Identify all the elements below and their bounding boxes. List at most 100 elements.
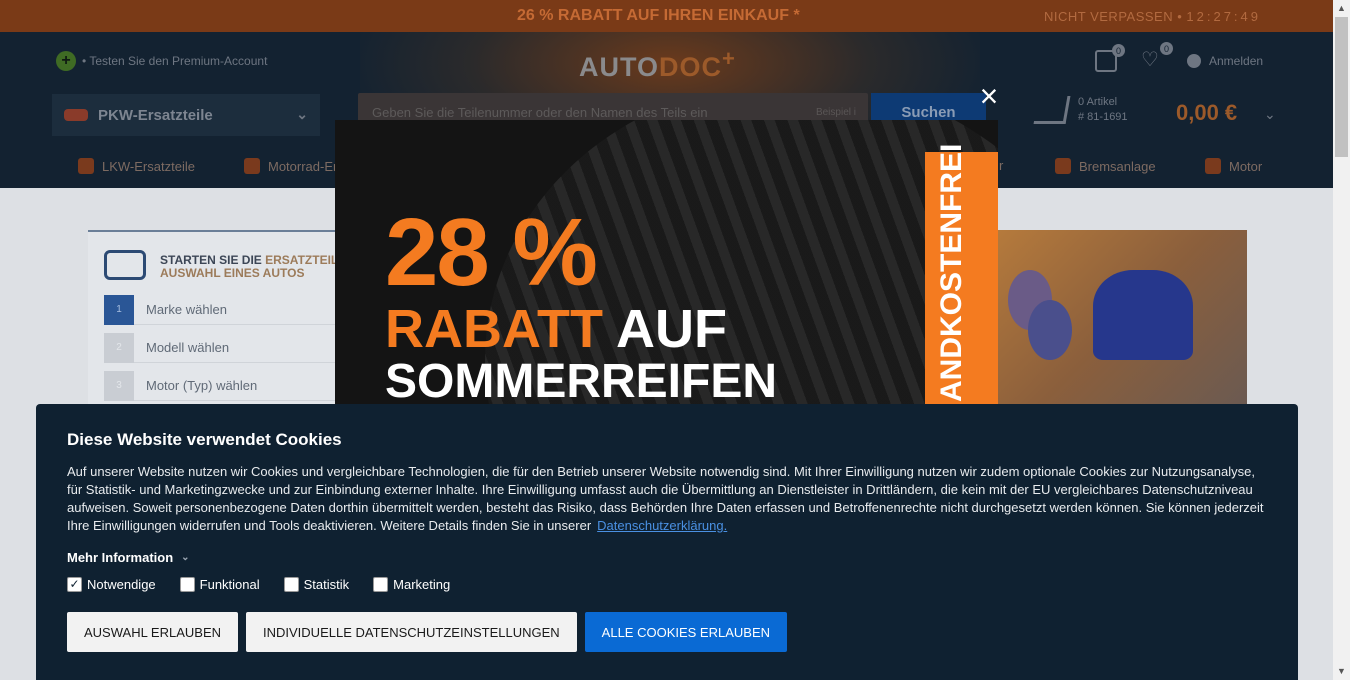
balloon-image — [1028, 300, 1072, 360]
cookie-banner: Diese Website verwendet Cookies Auf unse… — [36, 404, 1298, 680]
cart-icon — [1033, 96, 1071, 124]
chevron-down-icon: ⌄ — [1264, 106, 1276, 122]
logo-plus: + — [722, 46, 736, 71]
check-marketing[interactable]: Marketing — [373, 577, 450, 592]
search-example-label: Beispiel — [815, 107, 851, 118]
promo-bar[interactable]: 26 % RABATT AUF IHREN EINKAUF * NICHT VE… — [0, 0, 1333, 32]
premium-label: • Testen Sie den Premium-Account — [82, 54, 268, 68]
privacy-link[interactable]: Datenschutzerklärung. — [597, 518, 727, 533]
step-engine[interactable]: 3 Motor (Typ) wählen — [104, 370, 344, 401]
car-search-icon — [104, 250, 146, 280]
check-necessary[interactable]: ✓ Notwendige — [67, 577, 156, 592]
step-label: Motor (Typ) wählen — [146, 378, 258, 393]
ribbon-text: ANDKOSTENFREI — [935, 143, 968, 402]
panel-title: STARTEN SIE DIE ERSATZTEIL AUSWAHL EINES … — [160, 254, 350, 280]
scroll-up-icon[interactable]: ▲ — [1337, 3, 1346, 13]
cookie-text: Auf unserer Website nutzen wir Cookies u… — [67, 463, 1267, 535]
page: 26 % RABATT AUF IHREN EINKAUF * NICHT VE… — [0, 0, 1350, 680]
nav-truck[interactable]: LKW-Ersatzteile — [78, 158, 195, 174]
info-icon: i — [853, 107, 856, 118]
modal-line3: SOMMERREIFEN — [385, 355, 778, 408]
check-statistics[interactable]: Statistik — [283, 577, 350, 592]
promo-modal[interactable]: 28 % RABATT AUF SOMMERREIFEN ANDKOSTENFR… — [335, 120, 998, 410]
step-number: 3 — [104, 370, 134, 401]
motorcycle-icon — [244, 158, 260, 174]
cart-id: # 81-1691 — [1078, 111, 1128, 123]
category-select[interactable]: PKW-Ersatzteile ⌄ — [52, 94, 320, 136]
more-info-label: Mehr Information — [67, 550, 174, 565]
category-label: PKW-Ersatzteile — [98, 106, 213, 124]
wishlist-badge: 0 — [1160, 42, 1173, 55]
nav-engine[interactable]: Motor — [1205, 158, 1262, 174]
logo[interactable]: AUTODOC+ — [579, 46, 736, 83]
nav-truck-label: LKW-Ersatzteile — [102, 158, 195, 174]
modal-line2: RABATT AUF — [385, 298, 727, 360]
cookie-buttons: AUSWAHL ERLAUBEN INDIVIDUELLE DATENSCHUT… — [67, 612, 1267, 652]
header-icons: 0 ♡ 0 Anmelden — [1095, 42, 1263, 72]
premium-link[interactable]: + • Testen Sie den Premium-Account — [56, 51, 267, 71]
nav-moto[interactable]: Motorrad-Er — [244, 158, 337, 174]
individual-settings-button[interactable]: INDIVIDUELLE DATENSCHUTZEINSTELLUNGEN — [246, 612, 577, 652]
login-label: Anmelden — [1209, 54, 1264, 68]
panel-title-a: STARTEN SIE DIE — [160, 253, 266, 267]
user-icon — [1187, 54, 1201, 68]
car-selector-panel: STARTEN SIE DIE ERSATZTEIL AUSWAHL EINES … — [88, 230, 348, 410]
heart-icon[interactable]: ♡ 0 — [1141, 42, 1173, 72]
promo-banner[interactable] — [998, 230, 1247, 410]
scrollbar[interactable]: ▲ ▼ — [1333, 0, 1350, 680]
cart[interactable]: 0 Artikel # 81-1691 0,00 € ⌄ — [1033, 96, 1276, 125]
modal-ribbon: ANDKOSTENFREI — [925, 144, 998, 410]
gift-bow-image — [1093, 270, 1193, 360]
chevron-down-icon: ⌄ — [296, 106, 308, 122]
cart-count: 0 Artikel — [1078, 96, 1118, 108]
checkbox[interactable] — [179, 577, 195, 592]
panel-title-b: ERSATZTEIL — [265, 253, 339, 267]
nav-filter[interactable]: r — [999, 158, 1003, 173]
search-placeholder: Geben Sie die Teilenummer oder den Namen… — [372, 105, 708, 120]
plus-icon: + — [56, 51, 76, 71]
check-label: Marketing — [393, 577, 451, 592]
checkbox-checked[interactable]: ✓ — [67, 577, 82, 592]
nav-brakes[interactable]: Bremsanlage — [1055, 158, 1156, 174]
countdown-time: 12:27:49 — [1186, 9, 1261, 24]
checkbox[interactable] — [373, 577, 389, 592]
check-label: Statistik — [303, 577, 350, 592]
countdown: NICHT VERPASSEN • 12:27:49 — [1044, 9, 1261, 24]
brake-icon — [1055, 158, 1071, 174]
check-label: Funktional — [199, 577, 260, 592]
allow-all-button[interactable]: ALLE COOKIES ERLAUBEN — [584, 612, 788, 652]
step-label: Modell wählen — [146, 340, 230, 355]
allow-selection-button[interactable]: AUSWAHL ERLAUBEN — [67, 612, 239, 652]
scrollbar-thumb[interactable] — [1335, 17, 1348, 157]
consent-checkboxes: ✓ Notwendige Funktional Statistik Marketi… — [67, 577, 1267, 592]
more-info-toggle[interactable]: Mehr Information ⌄ — [67, 550, 1267, 565]
garage-icon[interactable]: 0 — [1095, 44, 1125, 72]
step-number: 1 — [104, 294, 134, 325]
logo-accent: DOC — [659, 52, 723, 82]
logo-main: AUTO — [579, 52, 660, 82]
nav-brakes-label: Bremsanlage — [1079, 158, 1156, 174]
nav-moto-label: Motorrad-Er — [268, 158, 338, 174]
check-label: Notwendige — [87, 577, 156, 592]
promo-text[interactable]: 26 % RABATT AUF IHREN EINKAUF * — [517, 7, 800, 25]
scroll-down-icon[interactable]: ▼ — [1337, 666, 1346, 676]
step-model[interactable]: 2 Modell wählen — [104, 332, 344, 363]
cart-info: 0 Artikel # 81-1691 — [1078, 96, 1128, 124]
login-link[interactable]: Anmelden — [1187, 54, 1263, 68]
nav-filter-label: r — [999, 158, 1004, 173]
truck-icon — [78, 158, 94, 174]
car-icon — [64, 109, 88, 121]
check-functional[interactable]: Funktional — [179, 577, 260, 592]
step-brand[interactable]: 1 Marke wählen — [104, 294, 344, 325]
modal-percent: 28 % — [385, 199, 598, 306]
chevron-down-icon: ⌄ — [181, 552, 190, 563]
modal-line2-b: AUF — [615, 299, 727, 359]
step-label: Marke wählen — [146, 302, 227, 317]
checkbox[interactable] — [283, 577, 299, 592]
cart-total: 0,00 € — [1176, 100, 1238, 125]
modal-line2-a: RABATT — [385, 299, 616, 359]
nav-engine-label: Motor — [1229, 158, 1263, 174]
close-icon[interactable]: × — [976, 80, 1002, 112]
engine-icon — [1205, 158, 1221, 174]
search-example[interactable]: Beispiel i — [816, 107, 856, 118]
